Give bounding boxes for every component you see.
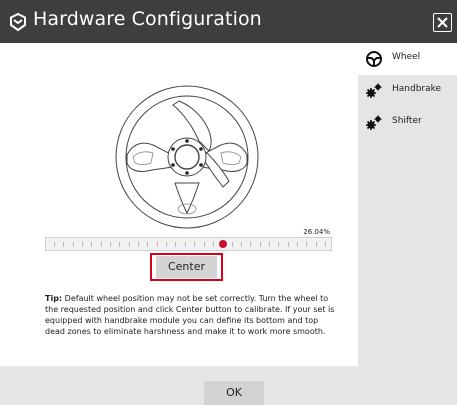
- slider-tick: [119, 242, 121, 247]
- sidebar: Wheel Handbrake Shifter: [358, 43, 457, 366]
- center-button[interactable]: Center: [156, 256, 217, 278]
- slider-tick: [315, 242, 317, 247]
- slider-tick: [306, 242, 308, 247]
- wheel-position-slider[interactable]: [45, 237, 332, 251]
- slider-tick: [296, 242, 298, 247]
- slider-track[interactable]: [45, 237, 332, 251]
- slider-tick: [287, 242, 289, 247]
- slider-tick: [194, 242, 196, 247]
- sidebar-item-shifter[interactable]: Shifter: [358, 107, 457, 139]
- slider-tick: [268, 242, 270, 247]
- slider-tick: [128, 242, 130, 247]
- slider-percent-label: 26.04%: [303, 228, 330, 236]
- sidebar-item-label: Wheel: [392, 52, 421, 62]
- slider-thumb[interactable]: [218, 240, 227, 248]
- slider-tick: [212, 242, 214, 247]
- main-content: 26.04% Center Tip: Default wheel positio…: [0, 43, 358, 366]
- steering-wheel-icon: [366, 51, 382, 67]
- gears-icon: [366, 115, 382, 130]
- slider-tick: [147, 242, 149, 247]
- slider-tick: [184, 242, 186, 247]
- slider-tick: [72, 242, 74, 247]
- close-button[interactable]: [433, 13, 452, 32]
- tip-body: Default wheel position may not be set co…: [45, 294, 335, 336]
- slider-tick: [240, 242, 242, 247]
- slider-tick: [82, 242, 84, 247]
- slider-tick: [110, 242, 112, 247]
- tip-text: Tip: Default wheel position may not be s…: [45, 293, 335, 337]
- slider-tick: [231, 242, 233, 247]
- slider-tick: [156, 242, 158, 247]
- steering-wheel-illustration: [115, 85, 259, 229]
- title-bar: Hardware Configuration: [0, 0, 457, 43]
- slider-tick: [278, 242, 280, 247]
- window-title: Hardware Configuration: [33, 8, 262, 30]
- sidebar-item-label: Handbrake: [392, 84, 442, 94]
- slider-tick: [250, 242, 252, 247]
- sidebar-item-wheel[interactable]: Wheel: [358, 43, 457, 75]
- footer-bar: OK: [0, 366, 457, 405]
- slider-tick: [166, 242, 168, 247]
- hardware-configuration-window: Hardware Configuration 26.04% Center Tip…: [0, 0, 457, 405]
- sidebar-item-handbrake[interactable]: Handbrake: [358, 75, 457, 107]
- slider-tick: [259, 242, 261, 247]
- gears-icon: [366, 83, 382, 98]
- slider-tick: [138, 242, 140, 247]
- slider-tick: [175, 242, 177, 247]
- ok-button[interactable]: OK: [204, 381, 264, 405]
- slider-tick: [325, 242, 326, 247]
- slider-tick: [203, 242, 205, 247]
- slider-tick: [100, 242, 102, 247]
- close-icon: [437, 17, 448, 28]
- slider-tick: [54, 242, 55, 247]
- sidebar-item-label: Shifter: [392, 116, 422, 126]
- slider-tick: [63, 242, 65, 247]
- tip-label: Tip:: [45, 294, 63, 303]
- slider-tick: [91, 242, 93, 247]
- app-logo-icon: [10, 12, 26, 32]
